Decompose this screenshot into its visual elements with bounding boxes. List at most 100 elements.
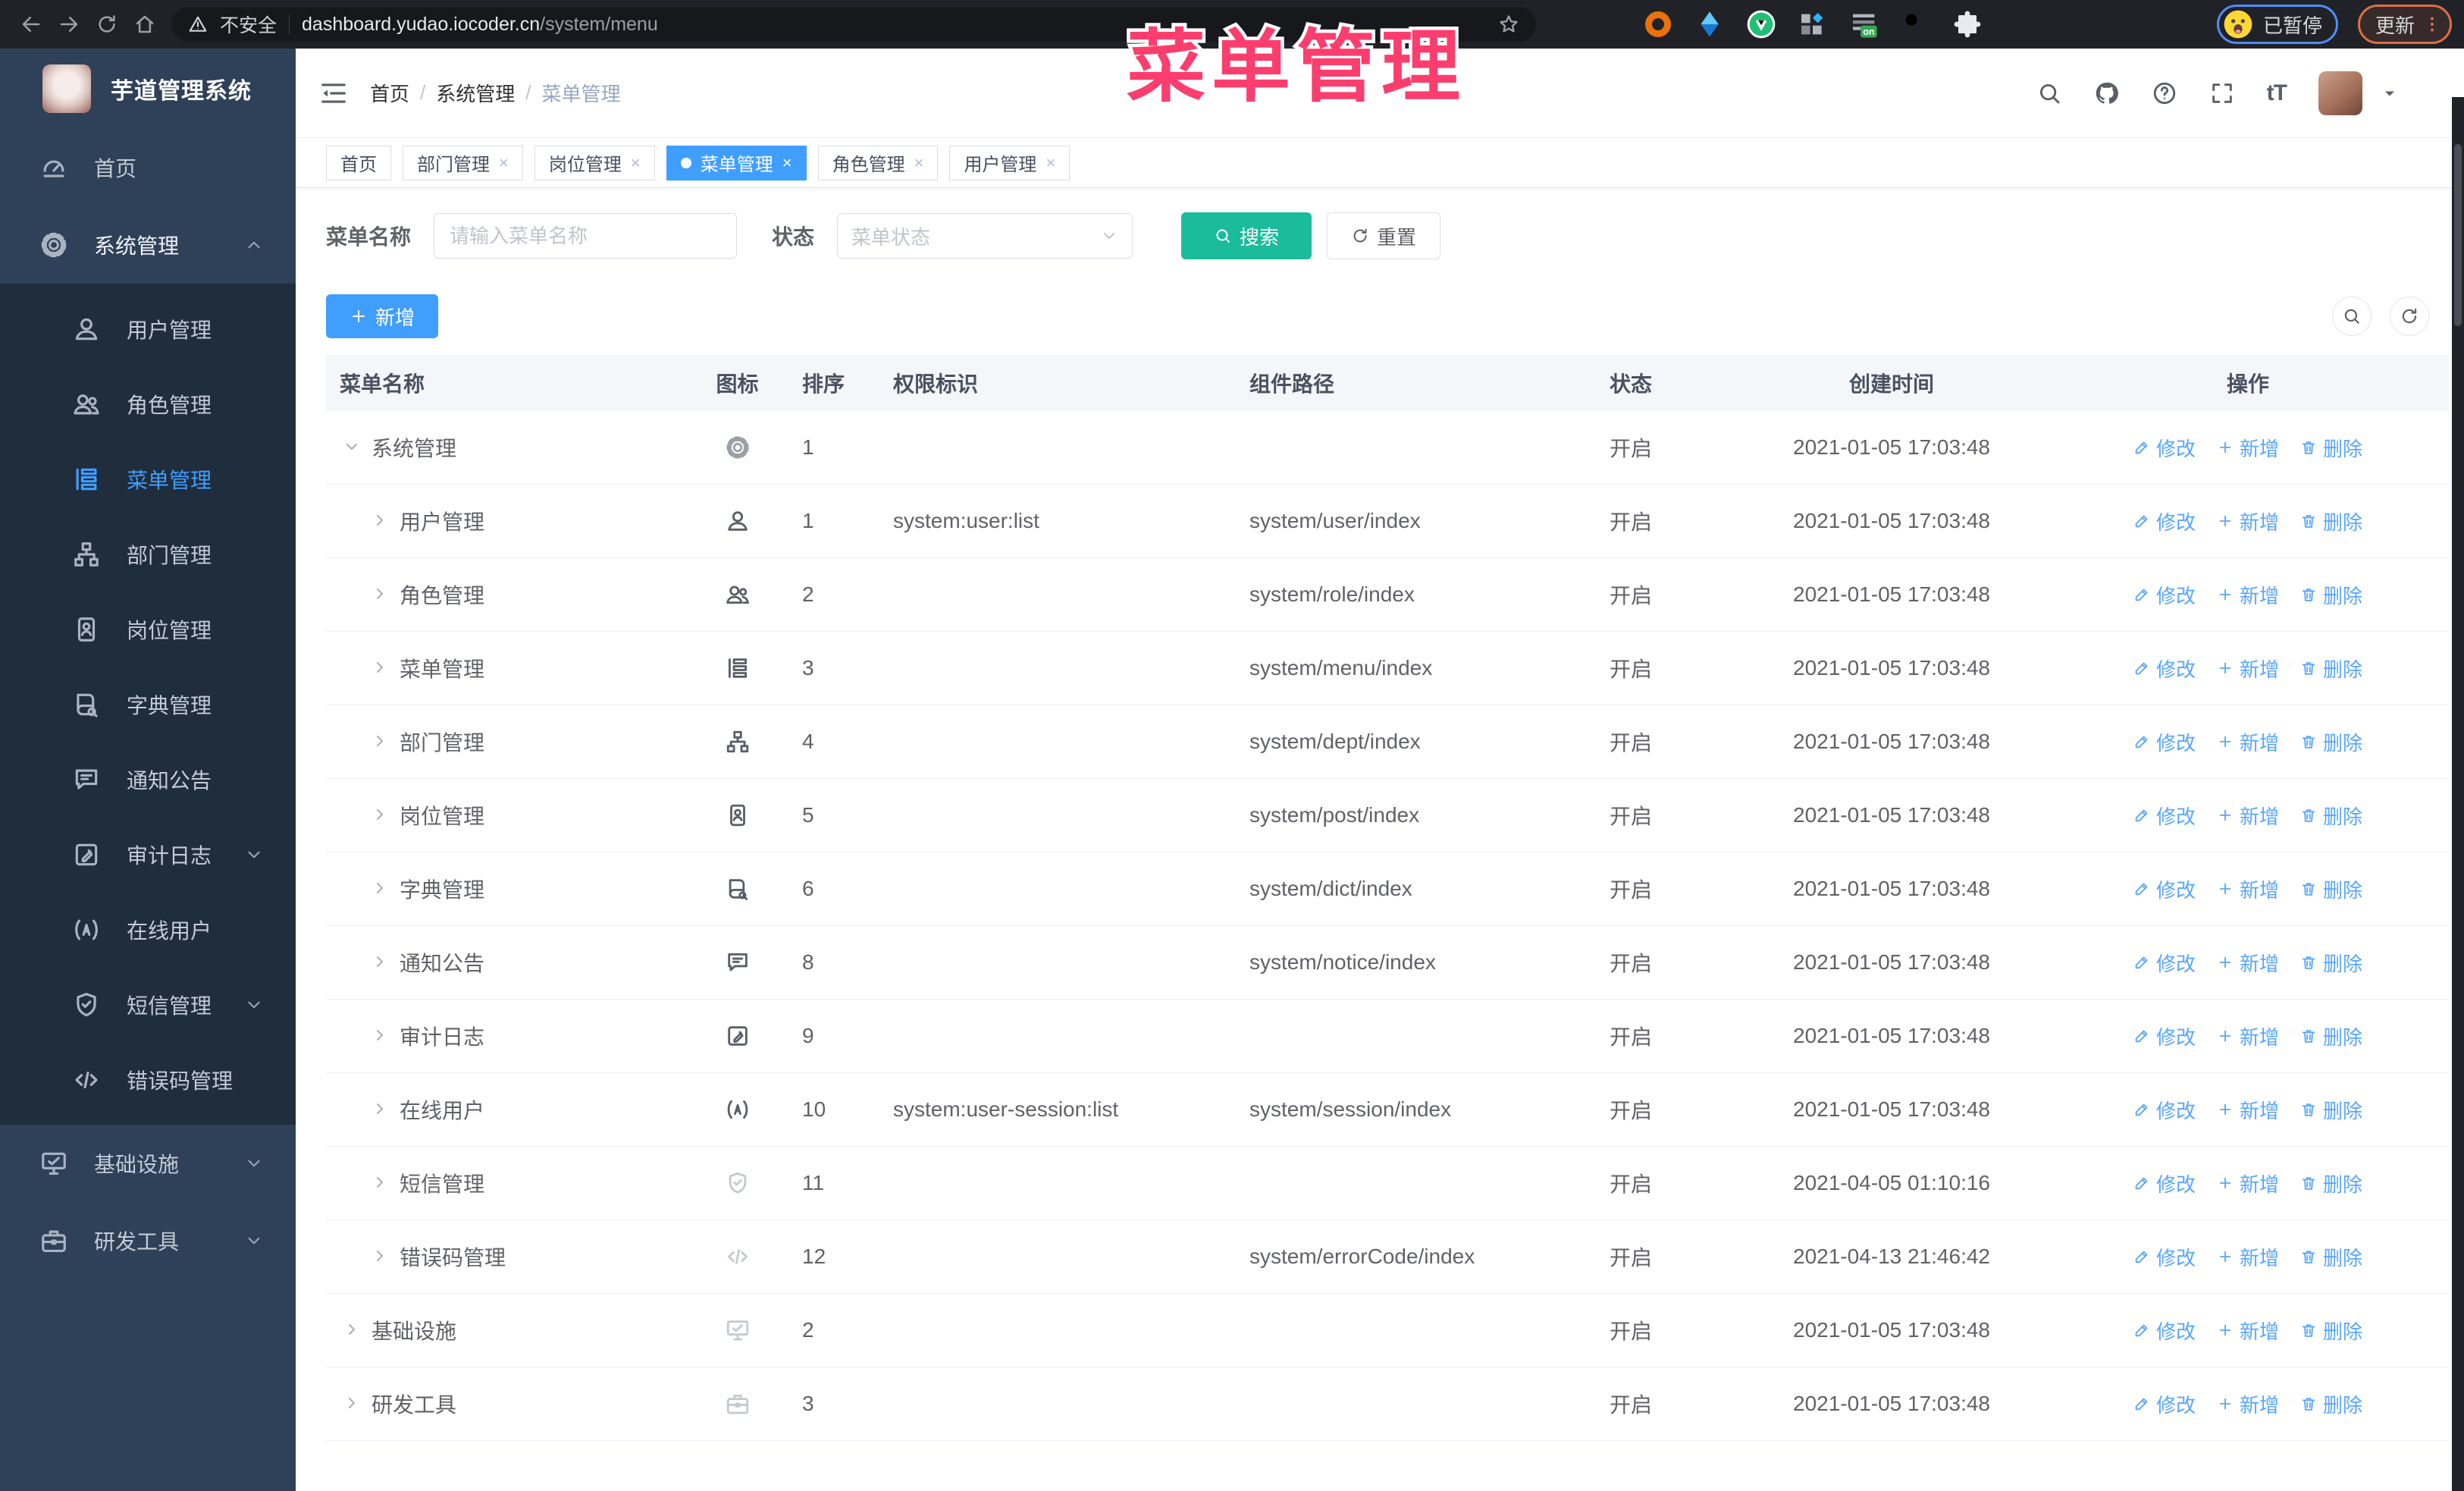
edit-button[interactable]: 修改 [2133,581,2196,609]
sidebar-item-9[interactable]: 审计日志 [0,817,296,892]
delete-button[interactable]: 删除 [2300,1022,2362,1050]
edit-button[interactable]: 修改 [2133,654,2196,683]
breadcrumb-item-1[interactable]: 系统管理 [436,79,515,107]
collapse-arrow-icon[interactable] [371,658,390,678]
search-icon[interactable] [2036,80,2062,106]
delete-button[interactable]: 删除 [2300,802,2362,830]
close-icon[interactable]: × [631,154,641,171]
tab-5[interactable]: 用户管理 × [949,145,1071,180]
collapse-arrow-icon[interactable] [371,732,390,752]
collapse-arrow-icon[interactable] [371,1100,390,1119]
add-child-button[interactable]: 新增 [2217,949,2279,977]
bookmark-star-icon[interactable] [1498,14,1519,35]
url-bar[interactable]: 不安全 dashboard.yudao.iocoder.cn/system/me… [171,7,1536,42]
sidebar-item-6[interactable]: 岗位管理 [0,592,296,667]
github-icon[interactable] [2094,80,2120,106]
add-child-button[interactable]: 新增 [2217,1022,2279,1050]
extension-green-check-icon[interactable] [1745,8,1777,40]
add-button[interactable]: 新增 [326,294,438,338]
edit-button[interactable]: 修改 [2133,802,2196,830]
user-avatar[interactable] [2318,71,2362,115]
refresh-table-button[interactable] [2390,297,2429,336]
add-child-button[interactable]: 新增 [2217,507,2279,535]
tab-1[interactable]: 部门管理 × [403,145,523,180]
delete-button[interactable]: 删除 [2300,875,2362,903]
sidebar-item-1[interactable]: 系统管理 [0,206,296,284]
sidebar-item-10[interactable]: 在线用户 [0,892,296,967]
sidebar-item-13[interactable]: 基础设施 [0,1125,296,1202]
collapse-arrow-icon[interactable] [371,511,390,531]
sidebar-item-3[interactable]: 角色管理 [0,366,296,441]
add-child-button[interactable]: 新增 [2217,802,2279,830]
edit-button[interactable]: 修改 [2133,507,2196,535]
sidebar-item-11[interactable]: 短信管理 [0,967,296,1042]
close-icon[interactable]: × [499,154,509,171]
edit-button[interactable]: 修改 [2133,434,2196,462]
sidebar-item-5[interactable]: 部门管理 [0,516,296,592]
edit-button[interactable]: 修改 [2133,949,2196,977]
status-select[interactable]: 菜单状态 [837,213,1133,259]
delete-button[interactable]: 删除 [2300,1317,2362,1345]
search-button[interactable]: 搜索 [1181,212,1312,259]
edit-button[interactable]: 修改 [2133,1169,2196,1198]
delete-button[interactable]: 删除 [2300,507,2362,535]
add-child-button[interactable]: 新增 [2217,581,2279,609]
scrollbar-thumb[interactable] [2454,144,2462,326]
extension-on-badge-icon[interactable]: on [1848,8,1880,40]
delete-button[interactable]: 删除 [2300,1169,2362,1198]
collapse-arrow-icon[interactable] [343,1394,362,1414]
add-child-button[interactable]: 新增 [2217,1243,2279,1271]
edit-button[interactable]: 修改 [2133,1243,2196,1271]
sidebar-item-7[interactable]: 字典管理 [0,667,296,742]
edit-button[interactable]: 修改 [2133,1390,2196,1418]
add-child-button[interactable]: 新增 [2217,654,2279,683]
close-icon[interactable]: × [1045,154,1055,171]
extension-puzzle-icon[interactable] [1951,8,1983,40]
chevron-down-icon[interactable] [2381,84,2399,102]
collapse-arrow-icon[interactable] [371,1173,390,1193]
add-child-button[interactable]: 新增 [2217,875,2279,903]
home-icon[interactable] [126,5,164,43]
extension-orange-ring-icon[interactable] [1642,8,1674,40]
reload-icon[interactable] [88,5,126,43]
edit-button[interactable]: 修改 [2133,875,2196,903]
close-icon[interactable]: × [782,154,792,171]
extension-grid-icon[interactable] [1797,8,1829,40]
extension-kite-icon[interactable] [1694,8,1726,40]
tab-3[interactable]: 菜单管理 × [666,145,807,180]
window-scrollbar[interactable] [2452,97,2464,1491]
add-child-button[interactable]: 新增 [2217,434,2279,462]
edit-button[interactable]: 修改 [2133,1022,2196,1050]
help-icon[interactable] [2152,80,2177,106]
edit-button[interactable]: 修改 [2133,1317,2196,1345]
add-child-button[interactable]: 新增 [2217,1317,2279,1345]
tab-4[interactable]: 角色管理 × [817,145,939,180]
add-child-button[interactable]: 新增 [2217,1096,2279,1124]
add-child-button[interactable]: 新增 [2217,1390,2279,1418]
browser-menu-dots-icon[interactable] [2422,14,2442,34]
tab-2[interactable]: 岗位管理 × [534,145,655,180]
app-logo-row[interactable]: 芋道管理系统 [0,49,296,129]
sidebar-item-0[interactable]: 首页 [0,129,296,206]
toggle-search-button[interactable] [2332,297,2372,336]
add-child-button[interactable]: 新增 [2217,728,2279,756]
browser-update-button[interactable]: 更新 [2357,5,2452,44]
collapse-arrow-icon[interactable] [371,585,390,604]
delete-button[interactable]: 删除 [2300,434,2362,462]
delete-button[interactable]: 删除 [2300,1390,2362,1418]
fullscreen-icon[interactable] [2209,80,2235,106]
menu-name-input[interactable] [434,213,738,259]
sidebar-fold-icon[interactable] [317,77,350,110]
delete-button[interactable]: 删除 [2300,1243,2362,1271]
reset-button[interactable]: 重置 [1327,212,1441,259]
close-icon[interactable]: × [914,154,924,171]
browser-profile-chip[interactable]: 已暂停 [2216,5,2338,44]
delete-button[interactable]: 删除 [2300,654,2362,683]
sidebar-item-14[interactable]: 研发工具 [0,1202,296,1279]
forward-icon[interactable] [50,5,88,43]
collapse-arrow-icon[interactable] [343,1320,362,1340]
collapse-arrow-icon[interactable] [371,1026,390,1046]
extension-key-icon[interactable] [1900,8,1932,40]
sidebar-item-8[interactable]: 通知公告 [0,742,296,817]
collapse-arrow-icon[interactable] [371,805,390,825]
